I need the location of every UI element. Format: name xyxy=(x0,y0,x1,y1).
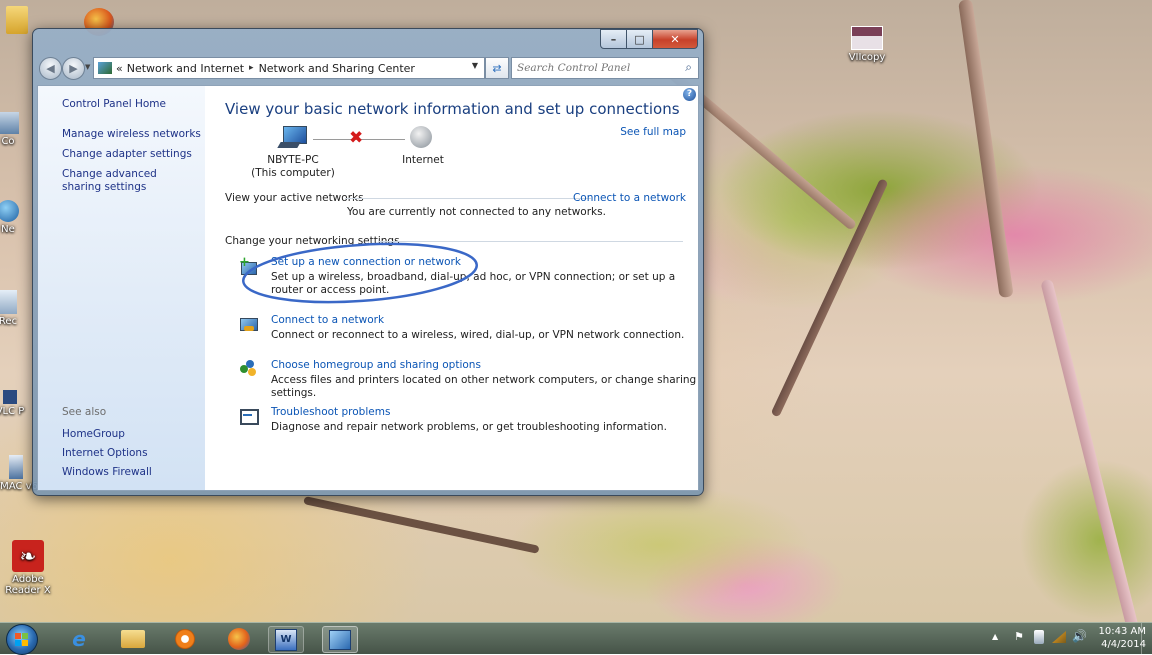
word-icon: W xyxy=(275,628,297,651)
taskbar-firefox[interactable] xyxy=(222,626,256,651)
taskbar-word[interactable]: W xyxy=(268,626,304,653)
clock-time: 10:43 AM xyxy=(1098,626,1146,637)
start-button[interactable] xyxy=(6,624,38,655)
clock-date: 4/4/2014 xyxy=(1101,639,1146,650)
annotation-ellipse xyxy=(242,242,478,304)
firefox-icon xyxy=(228,627,250,650)
network-status-icon[interactable] xyxy=(1052,631,1066,643)
internet-explorer-icon: e xyxy=(72,626,86,651)
taskbar-internet-explorer[interactable]: e xyxy=(62,626,96,651)
taskbar-windows-explorer[interactable] xyxy=(116,626,150,651)
action-center-flag-icon[interactable]: ⚑ xyxy=(1014,630,1026,643)
windows-logo-icon xyxy=(15,633,21,639)
taskbar-clock[interactable]: 10:43 AM 4/4/2014 xyxy=(1099,625,1146,651)
taskbar-media-player[interactable] xyxy=(168,626,202,651)
show-hidden-icons-button[interactable]: ▲ xyxy=(992,632,998,641)
control-panel-icon xyxy=(329,629,351,650)
show-desktop-button[interactable] xyxy=(1141,623,1152,654)
volume-icon[interactable]: 🔊 xyxy=(1072,629,1087,643)
annotation-overlay xyxy=(242,242,478,304)
taskbar: e W ▲ ⚑ 🔊 10:43 AM 4/4/2014 xyxy=(0,622,1152,655)
taskbar-control-panel[interactable] xyxy=(322,626,358,653)
media-player-icon xyxy=(175,628,195,649)
folder-icon xyxy=(121,629,145,648)
battery-icon[interactable] xyxy=(1034,630,1044,644)
